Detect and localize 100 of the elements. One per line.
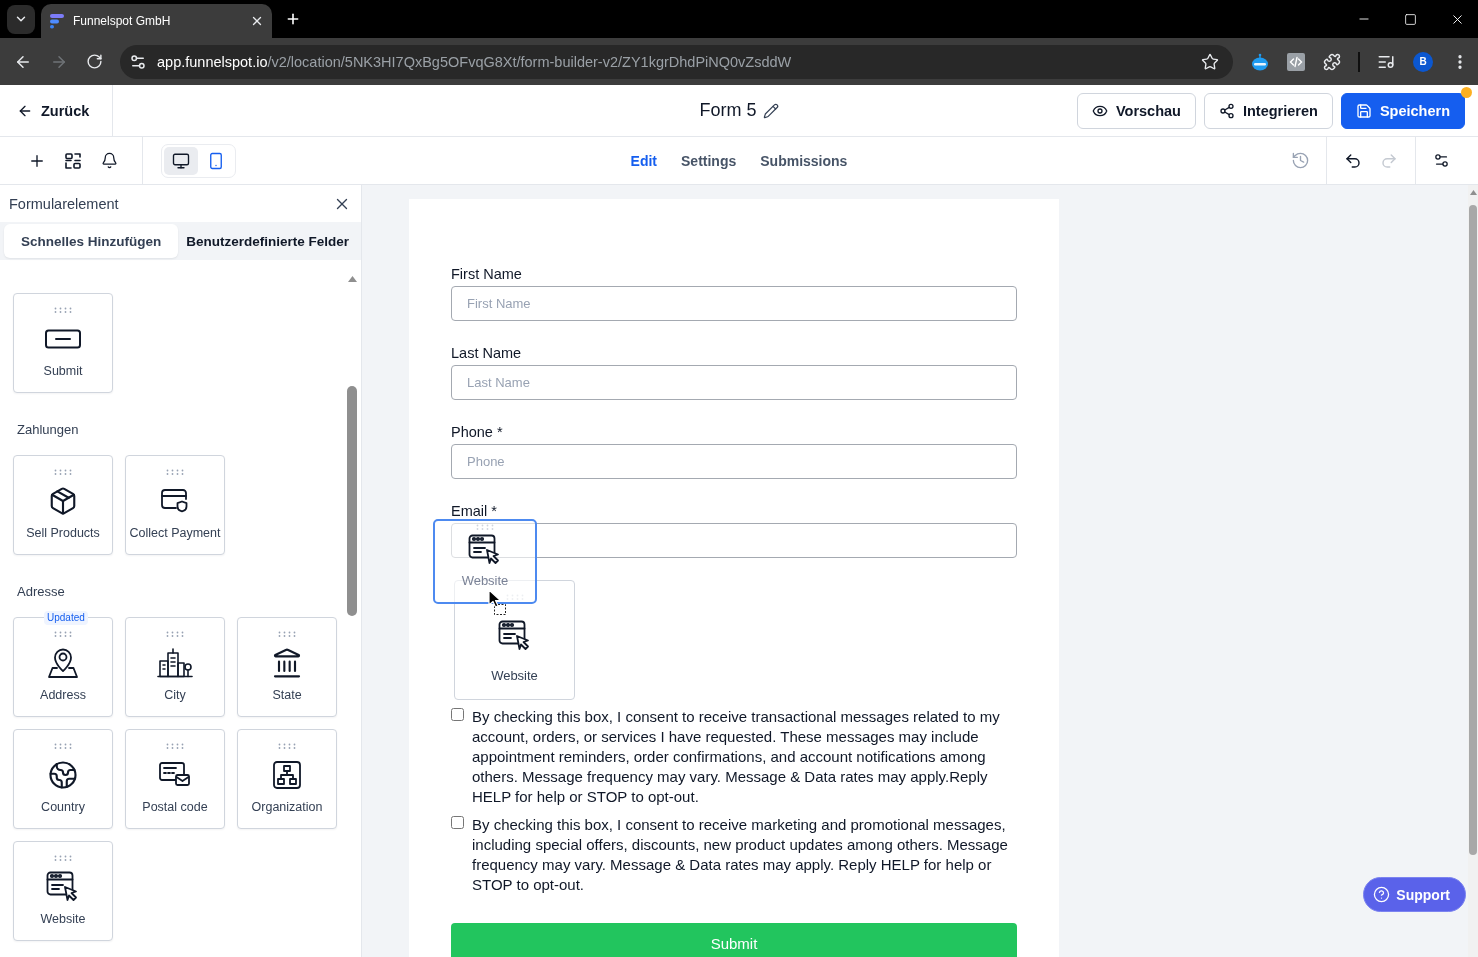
tab-search-button[interactable] bbox=[7, 4, 35, 34]
address-bar[interactable]: app.funnelspot.io/v2/location/5NK3HI7QxBg5OFvqG8Xt/form-builder-v2/ZY1kgrDhdPiNQ0vZsddW bbox=[120, 44, 1233, 79]
sliders-icon bbox=[1432, 152, 1450, 169]
field-card[interactable]: Postal code bbox=[125, 729, 225, 829]
mouse-cursor-icon bbox=[488, 589, 501, 608]
drag-handle-icon[interactable] bbox=[54, 743, 72, 749]
drag-handle-icon[interactable] bbox=[278, 743, 296, 749]
consent-text: By checking this box, I consent to receive marketing and promotional messages, including special offers, discounts, new product updates among others. Message frequency may vary. Message & Data rates may apply. Reply HELP for help or STOP to opt-out. bbox=[472, 815, 1009, 895]
text-input[interactable]: First Name bbox=[451, 286, 1017, 321]
field-card[interactable]: Organization bbox=[237, 729, 337, 829]
field-card-label: Collect Payment bbox=[129, 526, 221, 541]
browser-tab[interactable]: Funnelspot GmbH bbox=[41, 4, 272, 38]
device-view-button[interactable] bbox=[164, 146, 198, 175]
field-card-label: City bbox=[164, 688, 186, 703]
drag-handle-icon[interactable] bbox=[166, 743, 184, 749]
squares-icon bbox=[64, 151, 82, 170]
package-icon bbox=[48, 486, 78, 516]
action-button[interactable]: Integrieren bbox=[1203, 92, 1333, 129]
drag-handle-icon[interactable] bbox=[476, 524, 494, 530]
drag-handle-icon[interactable] bbox=[54, 307, 72, 313]
field-card-label: State bbox=[272, 688, 302, 703]
new-tab-icon[interactable] bbox=[285, 11, 301, 27]
field-card[interactable]: Collect Payment bbox=[125, 455, 225, 555]
help-icon bbox=[1373, 886, 1391, 903]
drag-handle-icon[interactable] bbox=[278, 631, 296, 637]
browser-window-icon bbox=[468, 534, 502, 566]
field-card-label: Postal code bbox=[142, 800, 208, 815]
history-icon bbox=[1290, 151, 1310, 170]
field-label: Last Name bbox=[451, 345, 523, 361]
action-button[interactable]: Vorschau bbox=[1076, 92, 1196, 129]
drop-placeholder-label: Website bbox=[491, 668, 538, 683]
puzzle-icon[interactable] bbox=[1323, 52, 1341, 71]
field-label: Email * bbox=[451, 503, 498, 519]
browser-window-icon bbox=[46, 871, 80, 903]
pencil-icon[interactable] bbox=[762, 102, 779, 119]
save-icon bbox=[1355, 102, 1372, 119]
support-button[interactable]: Support bbox=[1363, 877, 1466, 912]
consent-text: By checking this box, I consent to receive transactional messages related to my account, orders, or services I have requested. These messages may include appointment reminders, order confirmations, and account notifications among others. Message frequency may vary. Message & Data rates may apply.Reply HELP for help or STOP to opt-out. bbox=[472, 707, 1001, 807]
sliders-icon[interactable] bbox=[129, 52, 147, 71]
drag-handle-icon[interactable] bbox=[54, 631, 72, 637]
field-card[interactable]: Submit bbox=[13, 293, 113, 393]
drag-handle-icon[interactable] bbox=[54, 469, 72, 475]
maximize-icon[interactable] bbox=[1404, 12, 1417, 26]
consent-checkbox[interactable] bbox=[451, 816, 464, 829]
profile-avatar[interactable]: B bbox=[1413, 51, 1433, 72]
drag-preview-label: Website bbox=[461, 573, 509, 588]
field-card[interactable]: Country bbox=[13, 729, 113, 829]
drag-preview-card[interactable]: Website bbox=[433, 519, 537, 604]
field-card-label: Country bbox=[41, 800, 85, 815]
text-input[interactable]: Phone bbox=[451, 444, 1017, 479]
consent-checkbox[interactable] bbox=[451, 708, 464, 721]
field-label: First Name bbox=[451, 266, 523, 282]
scrollbar-thumb[interactable] bbox=[347, 386, 357, 616]
card-envelope-icon bbox=[159, 761, 191, 789]
city-buildings-icon bbox=[157, 648, 193, 678]
text-input[interactable] bbox=[451, 523, 1017, 558]
action-button[interactable]: Speichern bbox=[1340, 92, 1465, 129]
text-input[interactable]: Last Name bbox=[451, 365, 1017, 400]
panel-title: Formularelement bbox=[9, 195, 119, 212]
field-card[interactable]: Sell Products bbox=[13, 455, 113, 555]
drag-handle-icon[interactable] bbox=[166, 469, 184, 475]
field-card-label: Address bbox=[40, 688, 86, 703]
field-card-label: Sell Products bbox=[26, 526, 100, 541]
field-label: Phone * bbox=[451, 424, 504, 440]
map-pin-icon bbox=[47, 647, 79, 679]
code-icon[interactable] bbox=[1287, 52, 1305, 71]
drag-handle-icon[interactable] bbox=[54, 855, 72, 861]
card-shield-icon bbox=[161, 488, 189, 514]
landmark-icon bbox=[271, 647, 303, 679]
globe-icon bbox=[48, 760, 78, 790]
close-tab-icon[interactable] bbox=[250, 14, 264, 28]
status-badge: Updated bbox=[44, 611, 88, 625]
field-card[interactable]: State bbox=[237, 617, 337, 717]
share-icon bbox=[1218, 102, 1235, 119]
drag-handle-icon[interactable] bbox=[166, 631, 184, 637]
scroll-up-icon[interactable] bbox=[1469, 190, 1477, 195]
section-heading: Zahlungen bbox=[16, 422, 80, 438]
view-tab[interactable]: Settings bbox=[681, 148, 737, 173]
robot-icon[interactable] bbox=[1251, 52, 1269, 71]
bookmark-star-icon[interactable] bbox=[1201, 52, 1219, 71]
browser-window-icon bbox=[497, 620, 532, 652]
panel-tab[interactable]: Schnelles Hinzufügen bbox=[4, 224, 179, 258]
field-card-label: Organization bbox=[251, 800, 323, 815]
panel-tab[interactable]: Benutzerdefinierte Felder bbox=[178, 224, 357, 258]
button-shape-icon bbox=[45, 329, 81, 349]
field-card-label: Submit bbox=[43, 364, 83, 379]
logo-icon bbox=[49, 13, 65, 29]
field-card[interactable]: City bbox=[125, 617, 225, 717]
scroll-up-icon[interactable] bbox=[347, 276, 357, 282]
bell-icon bbox=[100, 152, 118, 169]
scrollbar-thumb[interactable] bbox=[1469, 205, 1477, 855]
field-card[interactable]: Website bbox=[13, 841, 113, 941]
tab-title: Funnelspot GmbH bbox=[73, 14, 172, 28]
monitor-icon bbox=[172, 151, 190, 170]
view-tab[interactable]: Edit bbox=[630, 148, 658, 173]
field-card-label: Website bbox=[40, 912, 86, 927]
form-title: Form 5 bbox=[699, 100, 757, 121]
view-tab[interactable]: Submissions bbox=[760, 148, 848, 173]
dashed-square-icon bbox=[494, 604, 506, 615]
reload-icon[interactable] bbox=[86, 53, 103, 70]
